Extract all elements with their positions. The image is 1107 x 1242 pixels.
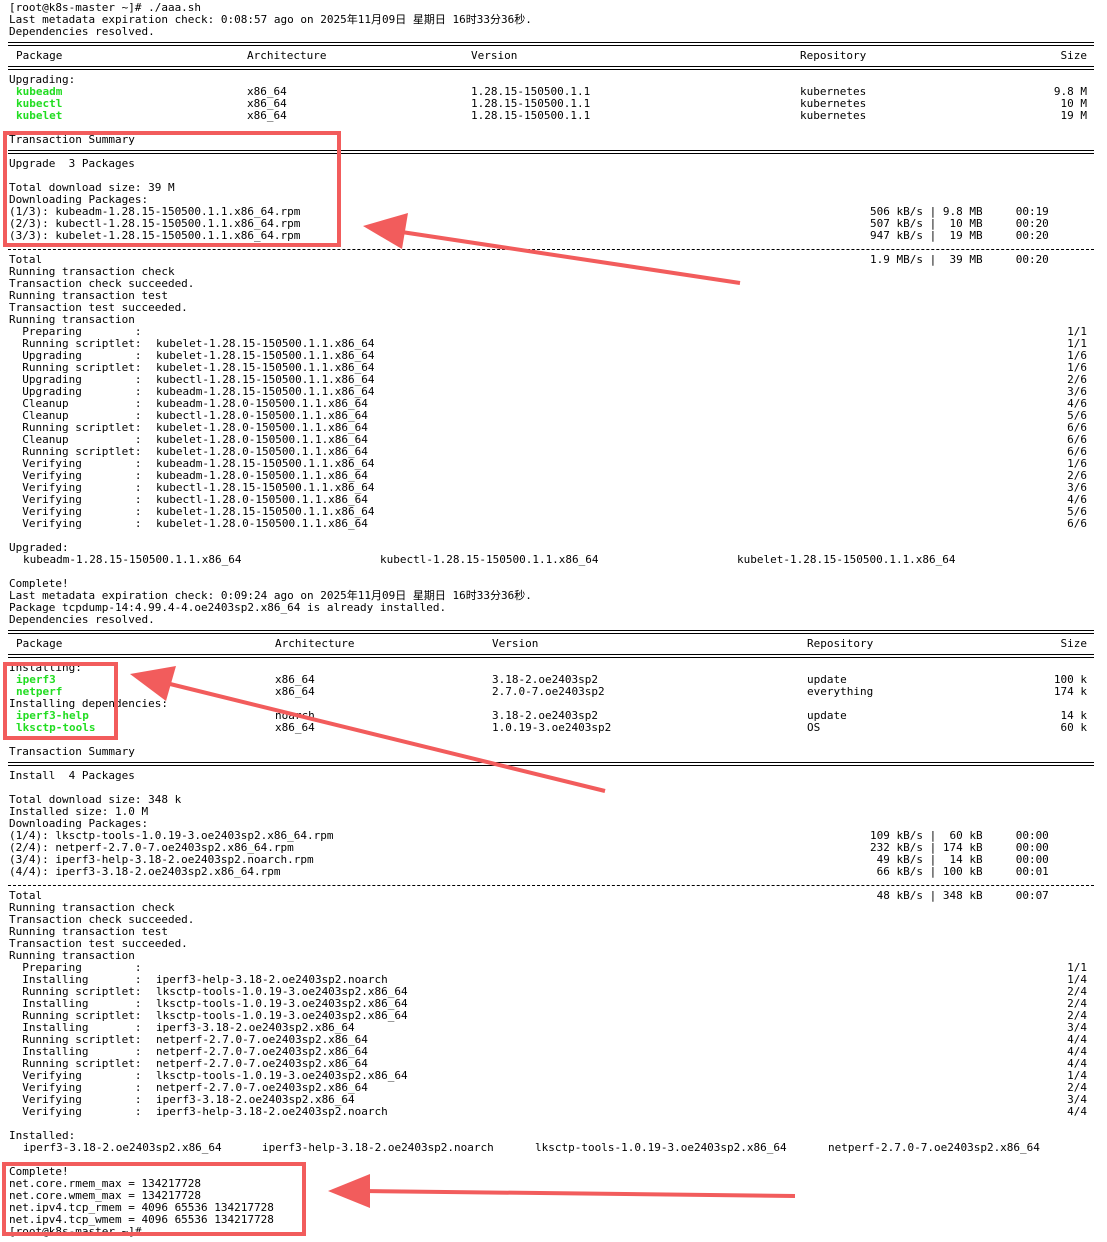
red-arrow-icon [363,213,408,249]
red-arrow-icon [130,213,796,1208]
red-arrow-icon [130,666,176,701]
red-arrow-icon [394,229,741,285]
red-arrow-icon [361,1189,796,1198]
red-arrow-icon [328,1174,370,1208]
red-arrow-icon [161,680,606,793]
